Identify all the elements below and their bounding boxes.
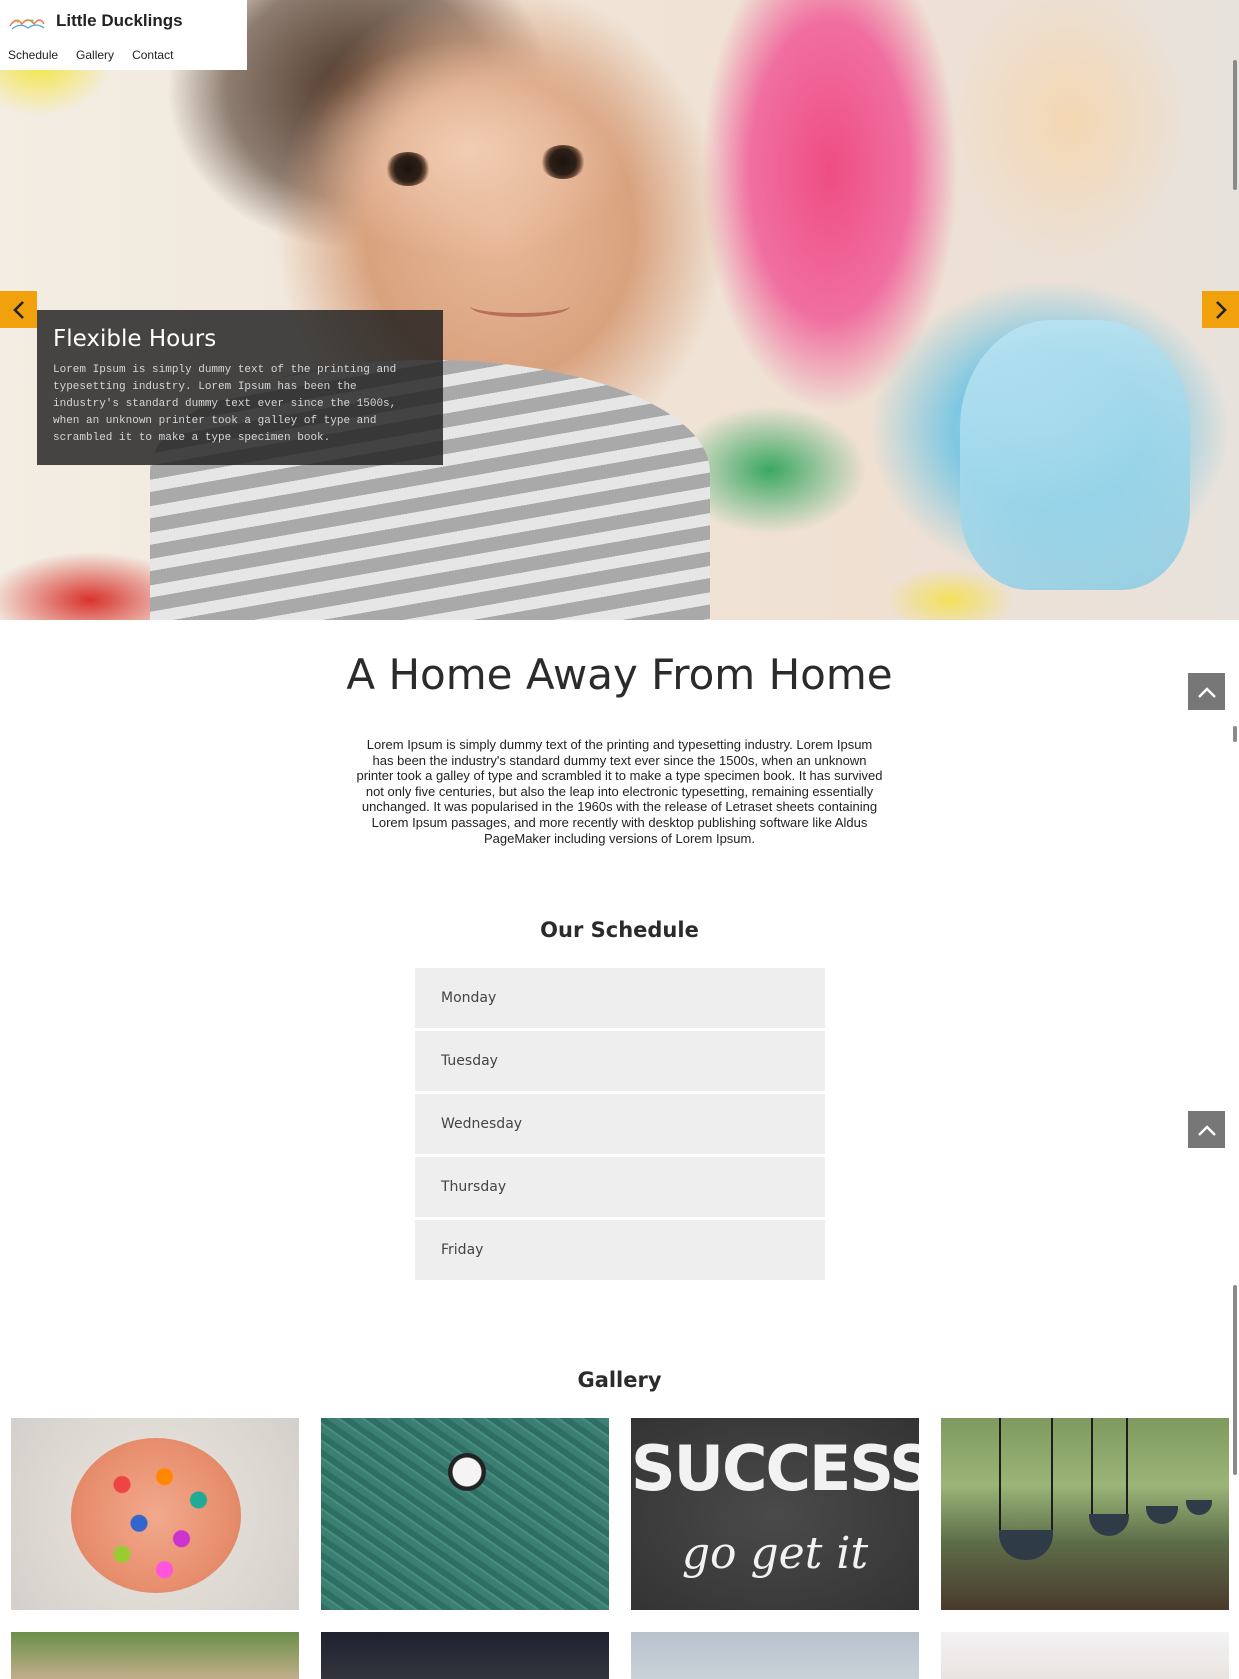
gallery-image-swings[interactable] — [941, 1418, 1229, 1610]
schedule-item-tuesday[interactable]: Tuesday — [415, 1031, 825, 1091]
ducklings-logo-icon[interactable] — [8, 12, 46, 32]
swing-seat — [1146, 1506, 1178, 1524]
slide-caption-title: Flexible Hours — [53, 326, 217, 352]
nav-item-gallery[interactable]: Gallery — [76, 48, 114, 62]
scrollbar-thumb[interactable] — [1233, 726, 1237, 742]
swing-chain — [1051, 1418, 1053, 1536]
swing-chain — [1126, 1418, 1128, 1518]
gallery-image-children[interactable] — [11, 1632, 299, 1679]
gallery-image-grey[interactable] — [631, 1632, 919, 1679]
gallery-image-pencils[interactable] — [11, 1418, 299, 1610]
pencils-photo — [71, 1438, 241, 1593]
hero-photo-smile — [470, 295, 570, 317]
slider-next-button[interactable] — [1202, 291, 1239, 328]
chalk-text: go get it — [681, 1528, 869, 1579]
scrollbar-thumb[interactable] — [1233, 60, 1237, 190]
nav-item-contact[interactable]: Contact — [132, 48, 173, 62]
back-to-top-button[interactable] — [1188, 673, 1225, 710]
schedule-accordion: Monday Tuesday Wednesday Thursday Friday — [415, 968, 825, 1283]
header: Little Ducklings Schedule Gallery Contac… — [0, 0, 247, 70]
schedule-item-thursday[interactable]: Thursday — [415, 1157, 825, 1217]
brand-name[interactable]: Little Ducklings — [56, 11, 183, 31]
schedule-item-monday[interactable]: Monday — [415, 968, 825, 1028]
hero-photo-eye — [385, 152, 431, 186]
swing-seat — [1089, 1514, 1129, 1536]
back-to-top-button[interactable] — [1188, 1111, 1225, 1148]
swing-seat — [999, 1530, 1053, 1560]
chevron-left-icon — [12, 300, 24, 319]
intro-paragraph: Lorem Ipsum is simply dummy text of the … — [356, 737, 883, 846]
page-title: A Home Away From Home — [346, 650, 893, 699]
slide-caption-text: Lorem Ipsum is simply dummy text of the … — [53, 364, 397, 444]
gallery-heading: Gallery — [577, 1368, 662, 1392]
schedule-item-friday[interactable]: Friday — [415, 1220, 825, 1280]
chevron-up-icon — [1197, 686, 1216, 698]
hero-photo-eye — [540, 145, 586, 179]
gallery-image-success[interactable]: SUCCESS go get it — [631, 1418, 919, 1610]
schedule-item-wednesday[interactable]: Wednesday — [415, 1094, 825, 1154]
gallery-image-portrait[interactable] — [321, 1632, 609, 1679]
main-nav: Schedule Gallery Contact — [8, 48, 173, 62]
scrollbar-thumb[interactable] — [1233, 1285, 1237, 1475]
hero-slider: Little Ducklings Schedule Gallery Contac… — [0, 0, 1239, 620]
chevron-right-icon — [1215, 300, 1227, 319]
gallery-image-chalkboard[interactable] — [321, 1418, 609, 1610]
swing-seat — [1186, 1500, 1212, 1515]
schedule-heading: Our Schedule — [540, 918, 699, 942]
gallery-image-playroom[interactable] — [941, 1632, 1229, 1679]
chevron-up-icon — [1197, 1124, 1216, 1136]
swing-chain — [1091, 1418, 1093, 1518]
chalk-text: SUCCESS — [631, 1432, 919, 1505]
hero-photo-toy — [960, 320, 1190, 590]
slide-caption: Flexible Hours Lorem Ipsum is simply dum… — [37, 310, 443, 465]
clock-icon — [448, 1453, 486, 1491]
swing-chain — [999, 1418, 1001, 1536]
nav-item-schedule[interactable]: Schedule — [8, 48, 58, 62]
slider-prev-button[interactable] — [0, 291, 37, 328]
